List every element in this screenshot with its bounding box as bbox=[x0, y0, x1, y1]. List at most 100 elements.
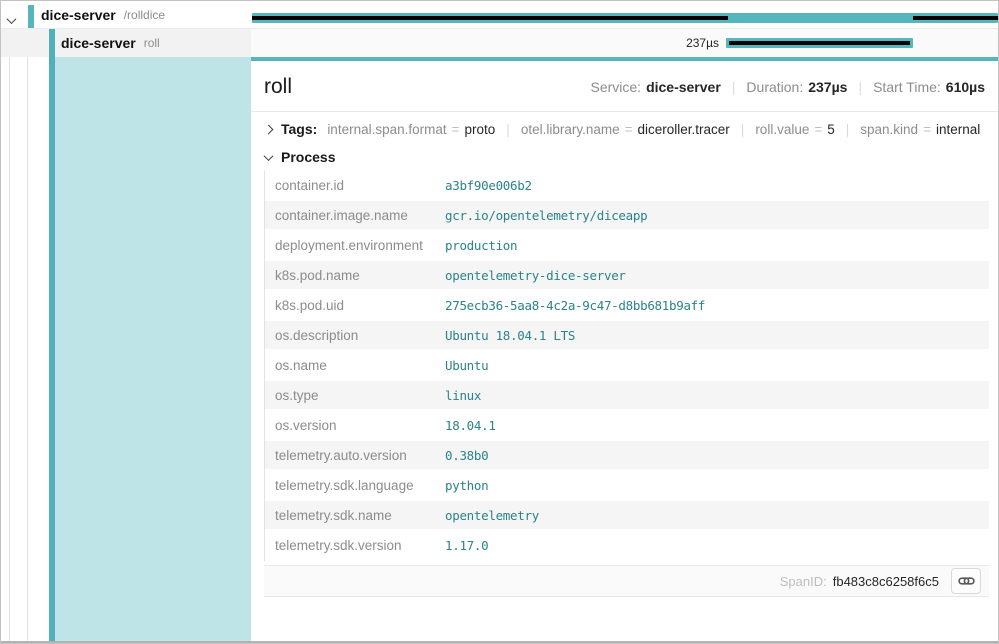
tags-inline-list: internal.span.format = proto | otel.libr… bbox=[327, 122, 980, 137]
tag-equals: = bbox=[452, 122, 460, 137]
process-value: 1.17.0 bbox=[435, 538, 488, 553]
start-time-label: Start Time: bbox=[873, 79, 941, 95]
process-key: telemetry.sdk.version bbox=[265, 538, 435, 553]
service-value: dice-server bbox=[646, 79, 721, 95]
process-key: os.type bbox=[265, 388, 435, 403]
tag-equals: = bbox=[814, 122, 822, 137]
span-duration-label: 237µs bbox=[641, 36, 719, 50]
span-title: roll bbox=[264, 75, 292, 99]
span-color-accent bbox=[28, 5, 34, 28]
table-row: os.type linux bbox=[265, 381, 989, 411]
summary-separator: | bbox=[858, 79, 862, 95]
duration-label: Duration: bbox=[746, 79, 803, 95]
span-detail-footer: SpanID: fb483c8c6258f6c5 bbox=[264, 565, 989, 597]
tag-value: 5 bbox=[827, 122, 835, 137]
table-row: container.image.name gcr.io/opentelemetr… bbox=[265, 201, 989, 231]
process-key: container.image.name bbox=[265, 208, 435, 223]
chevron-down-icon[interactable] bbox=[8, 11, 20, 23]
process-value: Ubuntu bbox=[435, 358, 488, 373]
tag-key: internal.span.format bbox=[327, 122, 446, 137]
tag-value: internal bbox=[936, 122, 980, 137]
span-bar-rolldice[interactable] bbox=[252, 13, 998, 23]
table-row: telemetry.sdk.language python bbox=[265, 471, 989, 501]
span-id-label: SpanID: bbox=[780, 574, 827, 589]
process-value: python bbox=[435, 478, 488, 493]
tag-key: otel.library.name bbox=[521, 122, 620, 137]
service-label: Service: bbox=[590, 79, 641, 95]
process-value: 18.04.1 bbox=[435, 418, 496, 433]
chevron-down-icon bbox=[264, 151, 274, 161]
span-row-rolldice[interactable]: dice-server /rolldice bbox=[1, 2, 999, 29]
operation-name: /rolldice bbox=[124, 8, 165, 22]
process-key: telemetry.sdk.name bbox=[265, 508, 435, 523]
process-key: k8s.pod.uid bbox=[265, 298, 435, 313]
service-name: dice-server bbox=[61, 35, 136, 51]
start-time-value: 610µs bbox=[946, 79, 985, 95]
process-value: a3bf90e006b2 bbox=[435, 178, 532, 193]
table-row: container.id a3bf90e006b2 bbox=[265, 171, 989, 201]
detail-row-accent bbox=[49, 29, 55, 641]
tag-equals: = bbox=[923, 122, 931, 137]
duration-value: 237µs bbox=[808, 79, 847, 95]
tag-separator: | bbox=[846, 122, 850, 137]
process-header: Process bbox=[281, 149, 335, 165]
process-value: opentelemetry bbox=[435, 508, 539, 523]
tag-equals: = bbox=[625, 122, 633, 137]
span-bar-roll[interactable] bbox=[726, 38, 913, 48]
critical-path-segment bbox=[252, 16, 728, 20]
service-name: dice-server bbox=[41, 7, 116, 23]
tag-separator: | bbox=[741, 122, 745, 137]
table-row: telemetry.auto.version 0.38b0 bbox=[265, 441, 989, 471]
indent-guide bbox=[27, 29, 28, 641]
link-icon bbox=[958, 574, 975, 588]
table-row: telemetry.sdk.version 1.17.0 bbox=[265, 531, 989, 561]
process-section-toggle[interactable]: Process bbox=[251, 144, 999, 171]
process-key: deployment.environment bbox=[265, 238, 435, 253]
span-id-value: fb483c8c6258f6c5 bbox=[833, 574, 939, 589]
process-key: os.description bbox=[265, 328, 435, 343]
critical-path-segment bbox=[913, 16, 998, 20]
trace-detail-page: dice-server /rolldice dice-server roll 2… bbox=[0, 0, 999, 644]
span-row-roll[interactable]: dice-server roll 237µs bbox=[1, 29, 999, 57]
operation-name: roll bbox=[144, 36, 160, 50]
indent-guide bbox=[9, 29, 10, 641]
process-value: Ubuntu 18.04.1 LTS bbox=[435, 328, 575, 343]
summary-separator: | bbox=[732, 79, 736, 95]
page-bottom-border bbox=[1, 641, 999, 643]
table-row: os.name Ubuntu bbox=[265, 351, 989, 381]
tag-separator: | bbox=[506, 122, 510, 137]
detail-row-fill[interactable] bbox=[55, 57, 251, 641]
span-name-cell[interactable]: dice-server roll bbox=[1, 29, 251, 57]
process-key: os.version bbox=[265, 418, 435, 433]
tags-section-toggle[interactable]: Tags: internal.span.format = proto | ote… bbox=[251, 112, 999, 144]
process-value: 0.38b0 bbox=[435, 448, 488, 463]
table-row: k8s.pod.name opentelemetry-dice-server bbox=[265, 261, 989, 291]
span-summary: Service: dice-server | Duration: 237µs |… bbox=[590, 79, 985, 95]
process-value: linux bbox=[435, 388, 481, 403]
span-detail-panel: roll Service: dice-server | Duration: 23… bbox=[251, 57, 999, 641]
span-name-cell[interactable]: dice-server /rolldice bbox=[1, 2, 251, 28]
chevron-right-icon bbox=[264, 124, 274, 134]
process-value: gcr.io/opentelemetry/diceapp bbox=[435, 208, 647, 223]
process-value: 275ecb36-5aa8-4c2a-9c47-d8bb681b9aff bbox=[435, 298, 705, 313]
process-key: telemetry.auto.version bbox=[265, 448, 435, 463]
process-key-value-table: container.id a3bf90e006b2 container.imag… bbox=[264, 171, 989, 561]
table-row: k8s.pod.uid 275ecb36-5aa8-4c2a-9c47-d8bb… bbox=[265, 291, 989, 321]
table-row: os.version 18.04.1 bbox=[265, 411, 989, 441]
tag-value: diceroller.tracer bbox=[638, 122, 730, 137]
process-key: os.name bbox=[265, 358, 435, 373]
process-key: telemetry.sdk.language bbox=[265, 478, 435, 493]
tags-header: Tags: bbox=[281, 121, 317, 137]
table-row: deployment.environment production bbox=[265, 231, 989, 261]
deep-link-button[interactable] bbox=[951, 568, 981, 594]
table-row: telemetry.sdk.name opentelemetry bbox=[265, 501, 989, 531]
table-row: os.description Ubuntu 18.04.1 LTS bbox=[265, 321, 989, 351]
span-detail-header: roll Service: dice-server | Duration: 23… bbox=[251, 61, 999, 112]
process-key: container.id bbox=[265, 178, 435, 193]
critical-path-segment bbox=[729, 41, 910, 45]
tag-value: proto bbox=[465, 122, 496, 137]
tag-key: roll.value bbox=[755, 122, 809, 137]
process-value: production bbox=[435, 238, 517, 253]
tag-key: span.kind bbox=[860, 122, 918, 137]
process-key: k8s.pod.name bbox=[265, 268, 435, 283]
